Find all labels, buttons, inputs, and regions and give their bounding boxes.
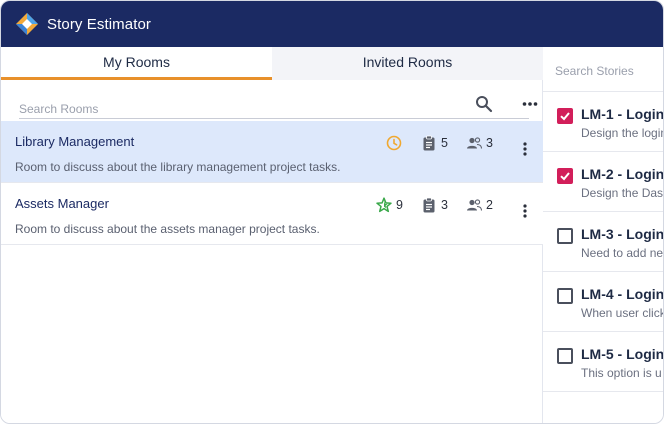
app-title: Story Estimator — [47, 16, 152, 33]
check-icon — [560, 112, 570, 121]
clipboard-icon — [423, 197, 435, 213]
star-icon — [376, 197, 392, 213]
people-icon — [467, 199, 482, 211]
story-checkbox[interactable] — [557, 168, 573, 184]
story-description: This option is u — [581, 366, 662, 380]
room-name: Library Management — [15, 134, 135, 149]
people-icon — [467, 137, 482, 149]
story-item[interactable]: LM-3 - Login Need to add new — [543, 212, 664, 272]
room-status — [386, 135, 406, 151]
story-item[interactable]: LM-2 - Login Design the Dash — [543, 152, 664, 212]
stories-count: 3 — [421, 197, 448, 213]
rating-count: 9 — [376, 197, 403, 213]
story-description: When user click — [581, 306, 664, 320]
more-horizontal-icon[interactable] — [522, 101, 538, 107]
room-item-library-management[interactable]: Library Management 5 3 Room to discuss a… — [1, 121, 543, 183]
story-item[interactable]: LM-5 - Login This option is u — [543, 332, 664, 392]
search-icon[interactable] — [475, 95, 493, 113]
check-icon — [560, 172, 570, 181]
stories-count-value: 3 — [441, 198, 448, 212]
room-item-assets-manager[interactable]: Assets Manager 9 3 2 Room to discuss abo… — [1, 183, 543, 245]
room-name: Assets Manager — [15, 196, 109, 211]
story-checkbox[interactable] — [557, 348, 573, 364]
top-bar: Story Estimator — [1, 1, 663, 47]
app-window: Story Estimator My Rooms Invited Rooms L… — [0, 0, 664, 424]
story-checkbox[interactable] — [557, 108, 573, 124]
stories-panel: LM-1 - Login Design the login LM-2 - Log… — [543, 47, 664, 423]
search-stories-input[interactable] — [555, 63, 663, 79]
stories-count-value: 5 — [441, 136, 448, 150]
story-checkbox[interactable] — [557, 288, 573, 304]
tab-my-rooms[interactable]: My Rooms — [1, 47, 272, 80]
story-item[interactable]: LM-1 - Login Design the login — [543, 92, 664, 152]
rooms-tabs: My Rooms Invited Rooms — [1, 47, 543, 80]
room-options-icon[interactable] — [522, 203, 528, 219]
room-description: Room to discuss about the library manage… — [15, 160, 341, 174]
clipboard-icon — [423, 135, 435, 151]
room-options-icon[interactable] — [522, 141, 528, 157]
room-search — [19, 91, 529, 119]
app-logo — [16, 13, 38, 35]
story-title: LM-4 - Login — [581, 286, 664, 302]
story-title: LM-1 - Login — [581, 106, 664, 122]
rooms-panel: My Rooms Invited Rooms Library Managemen… — [1, 47, 543, 423]
room-description: Room to discuss about the assets manager… — [15, 222, 320, 236]
members-count: 2 — [466, 197, 493, 213]
tab-invited-rooms[interactable]: Invited Rooms — [272, 47, 543, 80]
rating-value: 9 — [396, 198, 403, 212]
story-title: LM-5 - Login — [581, 346, 664, 362]
members-count-value: 3 — [486, 136, 493, 150]
stories-count: 5 — [421, 135, 448, 151]
members-count: 3 — [466, 135, 493, 151]
story-checkbox[interactable] — [557, 228, 573, 244]
story-description: Design the login — [581, 126, 664, 140]
story-item[interactable]: LM-4 - Login When user click — [543, 272, 664, 332]
clock-icon — [386, 135, 402, 151]
search-rooms-input[interactable] — [19, 91, 529, 119]
story-title: LM-2 - Login — [581, 166, 664, 182]
story-title: LM-3 - Login — [581, 226, 664, 242]
story-description: Design the Dash — [581, 186, 664, 200]
story-description: Need to add new — [581, 246, 664, 260]
members-count-value: 2 — [486, 198, 493, 212]
